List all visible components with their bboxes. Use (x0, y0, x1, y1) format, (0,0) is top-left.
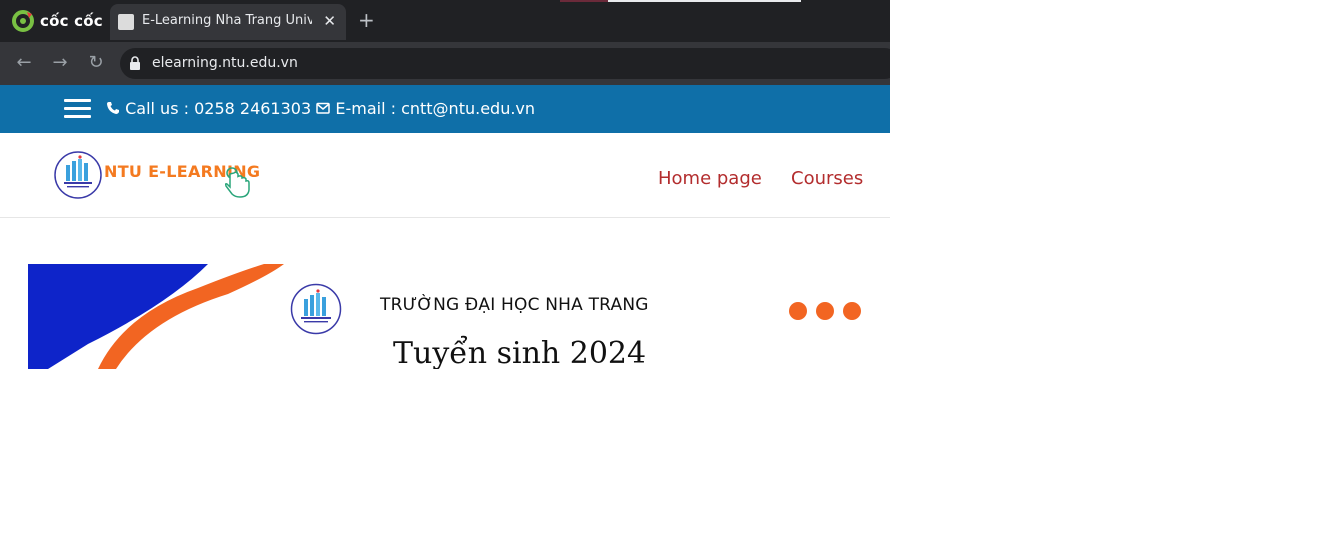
tab-elearning[interactable]: E-Learning Nha Trang University ✕ (110, 4, 346, 40)
phone-icon (107, 102, 119, 114)
new-tab-button[interactable]: + (358, 10, 375, 30)
lock-icon (130, 56, 140, 70)
banner-school-name: TRƯỜNG ĐẠI HỌC NHA TRANG (380, 295, 649, 315)
tab-title: E-Learning Nha Trang University (142, 13, 312, 28)
back-button[interactable]: ← (12, 51, 36, 75)
close-tab-icon[interactable]: ✕ (323, 12, 336, 30)
nav-courses-link[interactable]: Courses (791, 168, 863, 189)
email-text: E-mail : cntt@ntu.edu.vn (335, 99, 536, 118)
coccoc-logo-icon (12, 10, 34, 32)
window-edge-highlight (608, 0, 801, 2)
window-edge-accent (560, 0, 608, 2)
ntu-logo-icon[interactable] (54, 151, 102, 199)
banner-ntu-logo-icon (290, 283, 342, 335)
decor-dot (816, 302, 834, 320)
address-bar[interactable]: elearning.ntu.edu.vn (120, 48, 890, 79)
reload-button[interactable]: ↻ (84, 51, 108, 75)
banner-title: Tuyển sinh 2024 (393, 336, 647, 369)
mail-icon (316, 102, 330, 114)
menu-icon[interactable] (64, 99, 91, 119)
url-text: elearning.ntu.edu.vn (152, 55, 298, 71)
browser-toolbar: ← → ↻ elearning.ntu.edu.vn (0, 42, 890, 85)
page-content: Call us : 0258 2461303 E-mail : cntt@ntu… (0, 85, 890, 548)
brand-name: cốc cốc (40, 12, 103, 30)
nav-home-link[interactable]: Home page (658, 168, 762, 189)
contact-bar: Call us : 0258 2461303 E-mail : cntt@ntu… (0, 85, 890, 133)
decor-dot (843, 302, 861, 320)
forward-button[interactable]: → (48, 51, 72, 75)
contact-info: Call us : 0258 2461303 E-mail : cntt@ntu… (106, 99, 535, 118)
phone-text: Call us : 0258 2461303 (125, 99, 312, 118)
tab-favicon-icon (118, 14, 134, 30)
banner-wave-graphic (28, 264, 284, 369)
admission-banner[interactable]: TRƯỜNG ĐẠI HỌC NHA TRANG Tuyển sinh 2024 (28, 264, 862, 369)
browser-brand[interactable]: cốc cốc (12, 10, 103, 32)
site-header: NTU E-LEARNING Home page Courses (0, 133, 890, 218)
decor-dot (789, 302, 807, 320)
more-options-icon (789, 302, 861, 320)
pointer-hand-icon (224, 167, 250, 198)
tab-strip: cốc cốc E-Learning Nha Trang University … (0, 0, 890, 42)
browser-window: cốc cốc E-Learning Nha Trang University … (0, 0, 890, 548)
